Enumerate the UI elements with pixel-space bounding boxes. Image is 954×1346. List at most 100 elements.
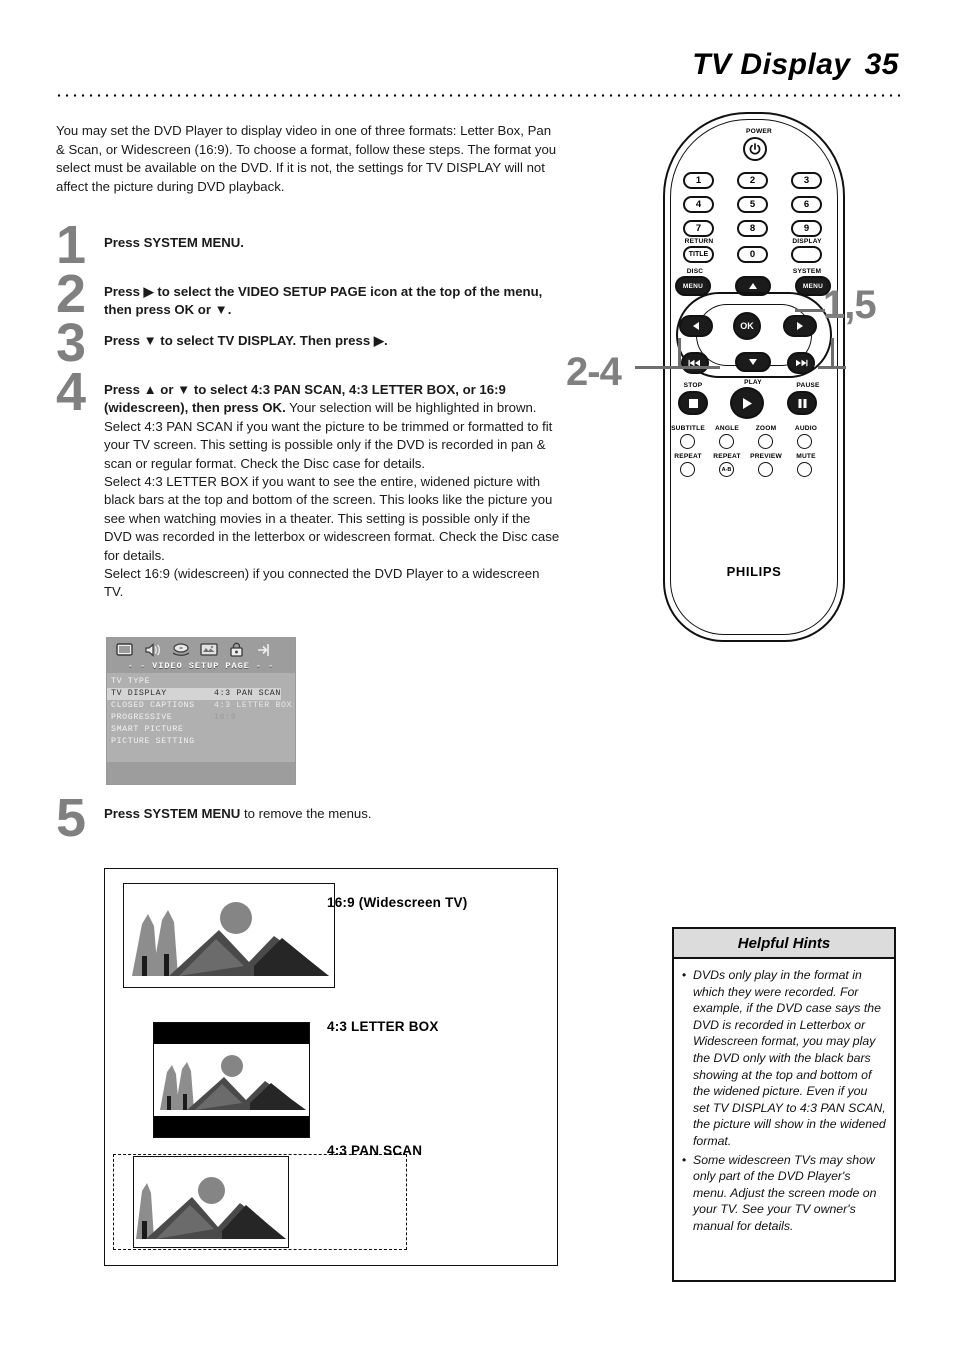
play-label: PLAY — [744, 379, 762, 386]
subtitle-button[interactable] — [680, 434, 695, 449]
key-2[interactable]: 2 — [737, 172, 768, 189]
widescreen-tv-illustration — [123, 883, 335, 988]
power-button[interactable] — [743, 137, 767, 161]
next-button[interactable] — [787, 352, 815, 374]
key-6[interactable]: 6 — [791, 196, 822, 213]
key-5[interactable]: 5 — [737, 196, 768, 213]
callout-2-4: 2-4 — [566, 350, 622, 394]
power-icon — [749, 143, 761, 155]
osd-row[interactable]: CLOSED CAPTIONS 4:3 LETTER BOX — [107, 700, 295, 712]
philips-logo: PHILIPS — [726, 564, 782, 579]
letterbox-top-bar — [154, 1023, 309, 1044]
down-button[interactable] — [735, 352, 771, 372]
callout-1-5: 1,5 — [823, 283, 877, 327]
play-button[interactable] — [730, 387, 764, 419]
arrow-right-icon — [797, 322, 803, 330]
osd-option-letter-box[interactable]: 4:3 LETTER BOX — [210, 700, 292, 712]
callout-tick-left — [678, 338, 681, 368]
step-2: 2 Press ▶ to select the VIDEO SETUP PAGE… — [56, 267, 561, 321]
osd-menu-screenshot: - - VIDEO SETUP PAGE - - TV TYPE TV DISP… — [106, 637, 296, 785]
key-1[interactable]: 1 — [683, 172, 714, 189]
osd-option-empty — [210, 724, 214, 736]
ok-button[interactable]: OK — [733, 312, 761, 340]
osd-footer-bar — [107, 762, 295, 784]
format-label-widescreen: 16:9 (Widescreen TV) — [327, 895, 468, 910]
pause-button[interactable] — [787, 391, 817, 415]
landscape-art — [160, 1055, 306, 1110]
page-number: 35 — [864, 48, 899, 81]
osd-item-smart-picture[interactable]: SMART PICTURE — [107, 724, 210, 736]
callout-line-right — [795, 309, 825, 312]
panscan-tv-illustration — [133, 1156, 289, 1248]
osd-row[interactable]: SMART PICTURE — [107, 724, 295, 736]
osd-item-closed-captions[interactable]: CLOSED CAPTIONS — [107, 700, 210, 712]
display-label: DISPLAY — [792, 238, 822, 245]
zoom-button[interactable] — [758, 434, 773, 449]
mute-label: MUTE — [796, 453, 816, 460]
osd-page-header: - - VIDEO SETUP PAGE - - — [107, 660, 295, 673]
landscape-art — [136, 1183, 286, 1239]
bullet-icon: • — [682, 968, 687, 982]
left-button[interactable] — [679, 315, 713, 337]
osd-row[interactable]: PICTURE SETTING — [107, 736, 295, 748]
osd-item-tv-type[interactable]: TV TYPE — [107, 676, 210, 688]
osd-body: TV TYPE TV DISPLAY 4:3 PAN SCAN CLOSED C… — [107, 673, 295, 748]
letterbox-tv-illustration — [153, 1022, 310, 1138]
osd-item-progressive[interactable]: PROGRESSIVE — [107, 712, 210, 724]
subtitle-label: SUBTITLE — [671, 425, 705, 432]
osd-item-tv-display[interactable]: TV DISPLAY — [107, 688, 210, 700]
repeat-label: REPEAT — [674, 453, 702, 460]
repeat-ab-button[interactable]: A-B — [719, 462, 734, 477]
osd-row[interactable]: TV DISPLAY 4:3 PAN SCAN — [107, 688, 295, 700]
osd-option-empty — [210, 676, 214, 688]
scene-widescreen — [124, 884, 334, 987]
scene-panscan — [134, 1157, 288, 1247]
helpful-hints-list: • DVDs only play in the format in which … — [674, 959, 894, 1243]
zoom-label: ZOOM — [755, 425, 777, 432]
audio-button[interactable] — [797, 434, 812, 449]
lock-icon — [227, 642, 247, 658]
stop-icon — [688, 398, 698, 408]
osd-item-picture-setting[interactable]: PICTURE SETTING — [107, 736, 210, 748]
step-text: Press SYSTEM MENU to remove the menus. — [104, 806, 372, 821]
title-button[interactable]: TITLE — [683, 246, 714, 263]
repeat-ab-label: REPEAT — [713, 453, 741, 460]
stop-button[interactable] — [678, 391, 708, 415]
exit-arrow-icon — [255, 642, 275, 658]
osd-option-16-9[interactable]: 16:9 — [210, 712, 236, 724]
pause-icon — [798, 398, 806, 408]
step-number: 2 — [56, 264, 86, 324]
key-9[interactable]: 9 — [791, 220, 822, 237]
osd-option-pan-scan[interactable]: 4:3 PAN SCAN — [210, 688, 281, 700]
pause-label: PAUSE — [796, 382, 820, 389]
key-4[interactable]: 4 — [683, 196, 714, 213]
helpful-hints-title: Helpful Hints — [674, 929, 894, 959]
key-3[interactable]: 3 — [791, 172, 822, 189]
key-8[interactable]: 8 — [737, 220, 768, 237]
step-3: 3 Press ▼ to select TV DISPLAY. Then pre… — [56, 316, 561, 370]
play-icon — [742, 397, 752, 409]
osd-row[interactable]: TV TYPE — [107, 676, 295, 688]
key-0[interactable]: 0 — [737, 246, 768, 263]
step-5: 5 Press SYSTEM MENU to remove the menus. — [56, 791, 561, 845]
landscape-art — [132, 910, 329, 976]
previous-button[interactable] — [681, 352, 709, 374]
step-text: Press ▲ or ▼ to select 4:3 PAN SCAN, 4:3… — [104, 382, 560, 600]
mute-button[interactable] — [797, 462, 812, 477]
angle-button[interactable] — [719, 434, 734, 449]
hint-item: • Some widescreen TVs may show only part… — [682, 1152, 886, 1235]
format-label-panscan: 4:3 PAN SCAN — [327, 1143, 423, 1158]
osd-row[interactable]: PROGRESSIVE 16:9 — [107, 712, 295, 724]
key-7[interactable]: 7 — [683, 220, 714, 237]
display-button[interactable] — [791, 246, 822, 263]
intro-paragraph: You may set the DVD Player to display vi… — [56, 123, 557, 194]
preview-button[interactable] — [758, 462, 773, 477]
step-4: 4 Press ▲ or ▼ to select 4:3 PAN SCAN, 4… — [56, 365, 561, 602]
right-button[interactable] — [783, 315, 817, 337]
video-picture-icon — [199, 642, 219, 658]
repeat-button[interactable] — [680, 462, 695, 477]
step-text: Press ▼ to select TV DISPLAY. Then press… — [104, 333, 388, 348]
format-label-letterbox: 4:3 LETTER BOX — [327, 1019, 439, 1034]
page-header: TV Display 35 — [0, 0, 954, 105]
step-number: 3 — [56, 313, 86, 373]
